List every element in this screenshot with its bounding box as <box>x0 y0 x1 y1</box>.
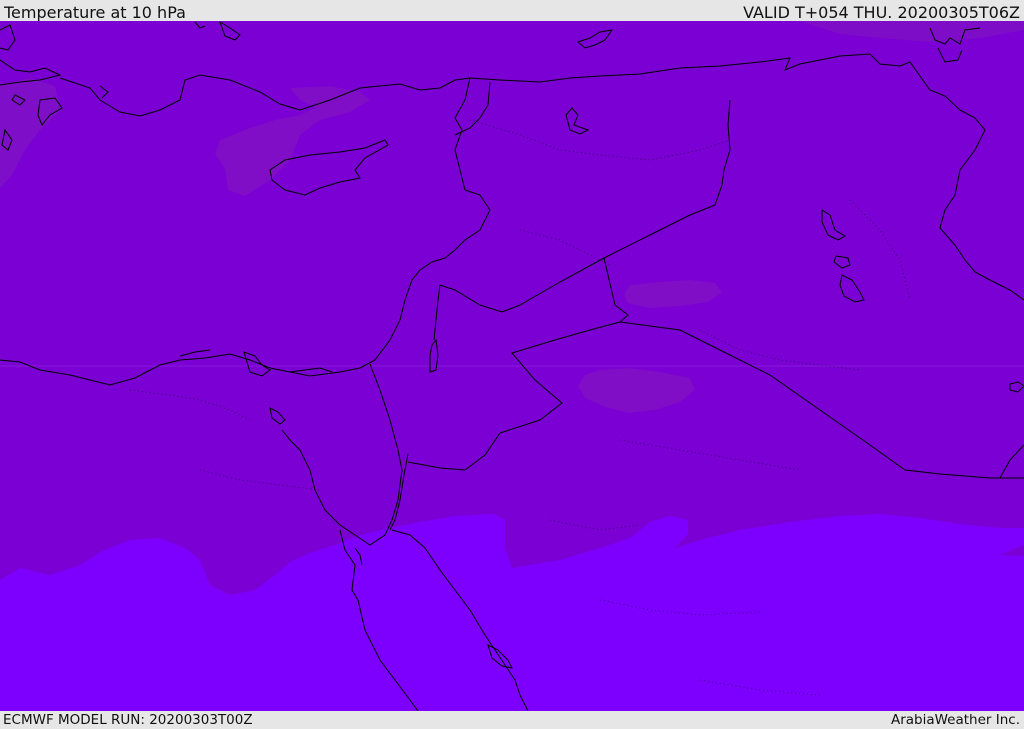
valid-time-label: VALID T+054 THU. 20200305T06Z <box>743 3 1020 22</box>
map-title: Temperature at 10 hPa <box>4 3 186 22</box>
credit-label: ArabiaWeather Inc. <box>890 712 1020 728</box>
temperature-map[interactable] <box>0 21 1024 711</box>
model-run-label: ECMWF MODEL RUN: 20200303T00Z <box>3 712 253 728</box>
header-bar: Temperature at 10 hPa VALID T+054 THU. 2… <box>0 0 1024 22</box>
footer-bar: ECMWF MODEL RUN: 20200303T00Z ArabiaWeat… <box>0 711 1024 729</box>
map-panel[interactable] <box>0 21 1024 711</box>
